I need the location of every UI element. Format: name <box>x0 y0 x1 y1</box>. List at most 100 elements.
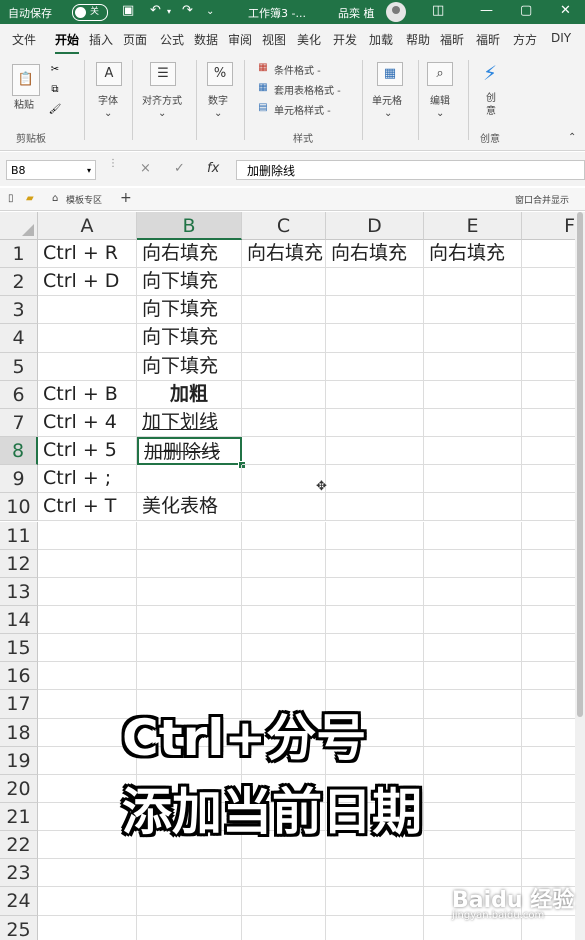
cell-c4[interactable] <box>242 324 326 353</box>
cell-e15[interactable] <box>424 634 522 663</box>
select-all-corner[interactable] <box>0 212 38 240</box>
cell-d6[interactable] <box>326 380 424 409</box>
cut-icon[interactable]: ✂ <box>48 64 62 76</box>
add-tab-button[interactable]: + <box>120 190 132 206</box>
autosave-toggle[interactable]: 关 <box>72 4 108 21</box>
row-header-24[interactable]: 24 <box>0 887 38 916</box>
cell-b12[interactable] <box>137 549 242 578</box>
window-merge-toggle[interactable]: 窗口合并显示 <box>515 193 569 206</box>
undo-dropdown-icon[interactable]: ▾ <box>167 7 171 16</box>
cell-d24[interactable] <box>326 887 424 916</box>
cell-e16[interactable] <box>424 662 522 691</box>
cell-b5[interactable]: 向下填充 <box>137 352 242 381</box>
font-icon[interactable]: A <box>96 62 122 86</box>
tab-home[interactable]: 开始 <box>55 31 80 54</box>
create-label[interactable]: 创意 <box>486 92 498 118</box>
column-header-a[interactable]: A <box>38 212 137 240</box>
cell-e7[interactable] <box>424 408 522 438</box>
edit-dropdown-icon[interactable]: ⌄ <box>436 108 444 119</box>
cell-f7[interactable] <box>522 409 575 438</box>
tab-page-layout[interactable]: 页面 <box>123 31 147 48</box>
cell-d11[interactable] <box>326 521 424 550</box>
cell-f20[interactable] <box>522 775 575 803</box>
cell-a2[interactable]: Ctrl + D <box>38 268 137 297</box>
row-header-21[interactable]: 21 <box>0 803 38 832</box>
tab-data[interactable]: 数据 <box>194 31 218 48</box>
cell-a25[interactable] <box>38 915 137 940</box>
formula-input[interactable]: 加删除线 <box>236 160 585 180</box>
maximize-icon[interactable]: ▢ <box>520 3 532 18</box>
ribbon-display-icon[interactable]: ◫ <box>432 3 444 18</box>
row-header-2[interactable]: 2 <box>0 268 38 297</box>
row-header-23[interactable]: 23 <box>0 859 38 888</box>
cell-f9[interactable] <box>522 465 575 494</box>
search-icon[interactable]: ⌕ <box>427 62 453 86</box>
cell-e12[interactable] <box>424 549 522 578</box>
cell-e9[interactable] <box>424 465 522 494</box>
tab-help[interactable]: 帮助 <box>406 31 430 48</box>
fx-icon[interactable]: fx <box>207 161 219 176</box>
cell-f6[interactable] <box>522 381 575 409</box>
cell-a12[interactable] <box>38 549 137 578</box>
cell-a10[interactable]: Ctrl + T <box>38 493 137 522</box>
home-icon[interactable]: ⌂ <box>52 193 58 204</box>
tab-diy[interactable]: DIY <box>551 31 571 45</box>
row-header-14[interactable]: 14 <box>0 605 38 635</box>
cell-e3[interactable] <box>424 296 522 325</box>
row-header-12[interactable]: 12 <box>0 549 38 578</box>
cell-c2[interactable] <box>242 268 326 297</box>
cell-e18[interactable] <box>424 718 522 747</box>
cell-a16[interactable] <box>38 662 137 691</box>
cell-e19[interactable] <box>424 746 522 775</box>
align-dropdown-icon[interactable]: ⌄ <box>158 108 166 119</box>
cell-e11[interactable] <box>424 521 522 550</box>
conditional-format-label[interactable]: 条件格式 - <box>274 62 321 77</box>
font-dropdown-icon[interactable]: ⌄ <box>104 108 112 119</box>
row-header-10[interactable]: 10 <box>0 493 38 522</box>
cell-b6[interactable]: 加粗 <box>137 380 242 409</box>
cell-c1[interactable]: 向右填充 <box>242 240 326 269</box>
cell-f5[interactable] <box>522 353 575 381</box>
cell-f10[interactable] <box>522 493 575 522</box>
tab-file[interactable]: 文件 <box>12 31 36 48</box>
vertical-scrollbar[interactable] <box>575 212 585 940</box>
cell-style-icon[interactable]: ▤ <box>256 102 270 114</box>
cell-b8[interactable]: 加删除线 <box>137 437 242 466</box>
cell-b1[interactable]: 向右填充 <box>137 240 242 269</box>
cell-d9[interactable] <box>326 465 424 494</box>
tab-developer[interactable]: 开发 <box>333 31 357 48</box>
cell-b13[interactable] <box>137 577 242 606</box>
format-painter-icon[interactable]: 🖌 <box>48 104 62 116</box>
cell-c25[interactable] <box>242 915 326 940</box>
cell-b11[interactable] <box>137 521 242 550</box>
new-file-icon[interactable]: ▯ <box>8 193 14 204</box>
tab-addins[interactable]: 加载 <box>369 31 393 48</box>
cell-c13[interactable] <box>242 577 326 606</box>
row-header-7[interactable]: 7 <box>0 408 38 438</box>
row-header-18[interactable]: 18 <box>0 718 38 747</box>
cell-a3[interactable] <box>38 296 137 325</box>
row-header-1[interactable]: 1 <box>0 240 38 269</box>
cell-b4[interactable]: 向下填充 <box>137 324 242 353</box>
row-header-19[interactable]: 19 <box>0 746 38 775</box>
cell-d15[interactable] <box>326 634 424 663</box>
cell-d1[interactable]: 向右填充 <box>326 240 424 269</box>
column-header-b[interactable]: B <box>137 212 242 240</box>
cell-b14[interactable] <box>137 605 242 635</box>
cell-f11[interactable] <box>522 522 575 550</box>
cell-f2[interactable] <box>522 268 575 297</box>
row-header-13[interactable]: 13 <box>0 577 38 606</box>
row-header-6[interactable]: 6 <box>0 380 38 409</box>
cell-c10[interactable] <box>242 493 326 522</box>
cell-a11[interactable] <box>38 521 137 550</box>
table-format-icon[interactable]: ▦ <box>256 82 270 94</box>
row-header-4[interactable]: 4 <box>0 324 38 353</box>
cell-b3[interactable]: 向下填充 <box>137 296 242 325</box>
edit-label[interactable]: 编辑 <box>430 92 450 107</box>
column-header-c[interactable]: C <box>242 212 326 240</box>
conditional-format-icon[interactable]: ▦ <box>256 62 270 74</box>
cell-a6[interactable]: Ctrl + B <box>38 380 137 409</box>
cell-f16[interactable] <box>522 662 575 691</box>
percent-icon[interactable]: % <box>207 62 233 86</box>
cell-c5[interactable] <box>242 352 326 381</box>
